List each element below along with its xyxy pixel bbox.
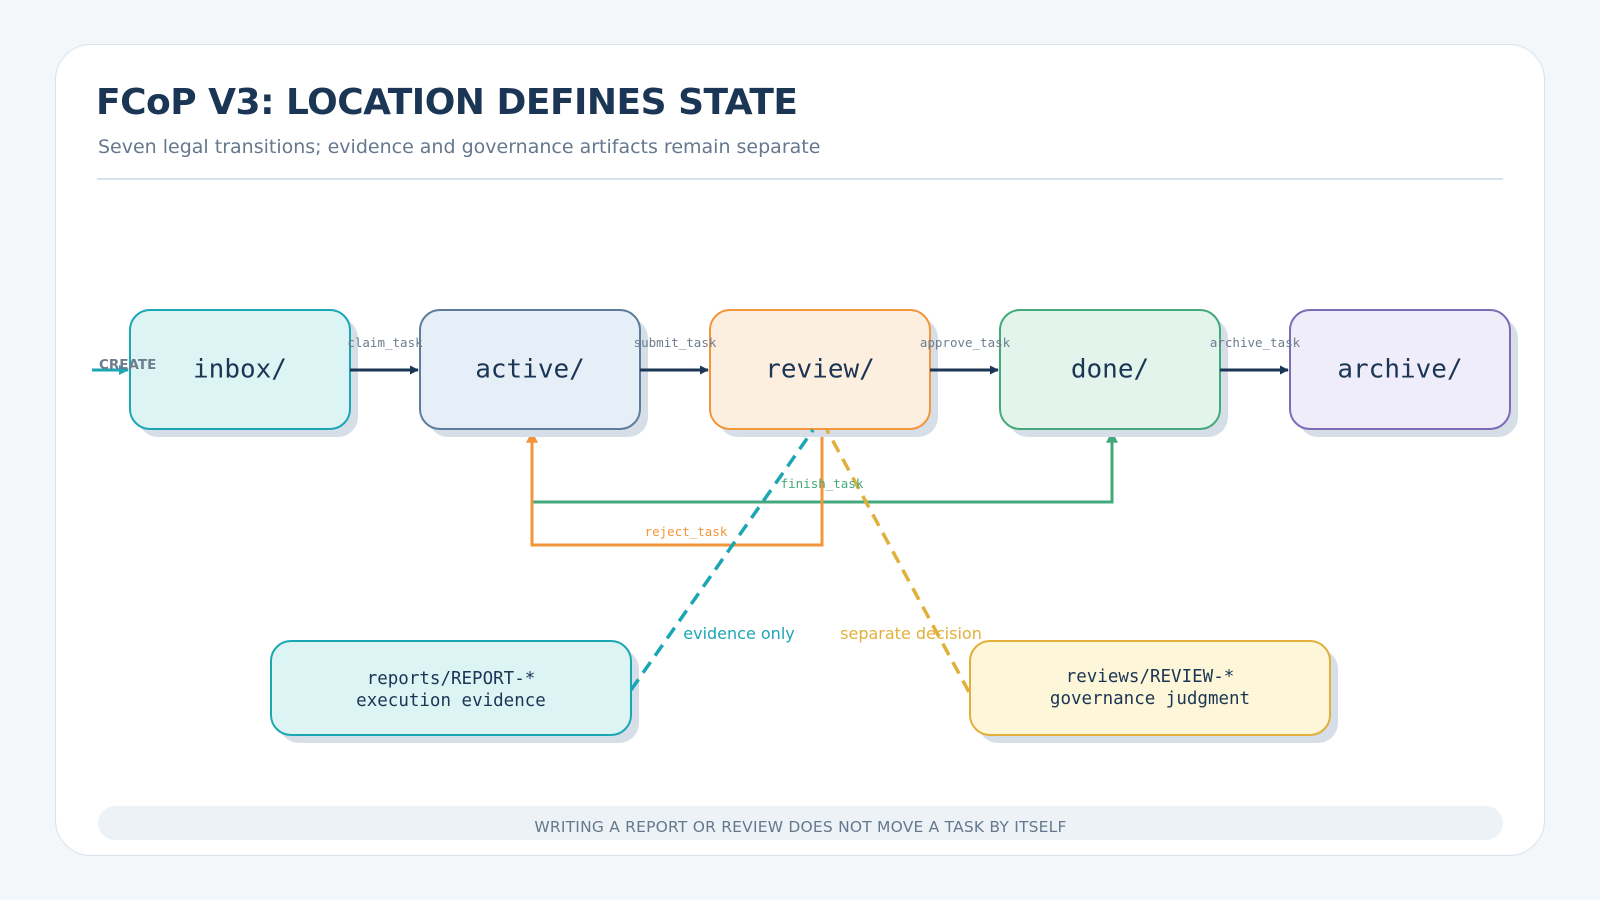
state-review-label: review/ — [765, 355, 875, 385]
state-diagram: inbox/ active/ review/ done/ archive/ CR… — [92, 309, 1518, 743]
state-active: active/ — [419, 309, 648, 437]
artifact-reports: reports/REPORT-* execution evidence — [270, 640, 639, 743]
state-inbox: inbox/ — [129, 309, 358, 437]
state-done-label: done/ — [1071, 355, 1149, 385]
separate-decision-label: separate decision — [840, 624, 982, 643]
state-done: done/ — [999, 309, 1228, 437]
artifact-reports-desc: execution evidence — [356, 691, 546, 711]
decision-link — [825, 429, 971, 693]
reject-task-label: reject_task — [645, 524, 728, 539]
state-archive-label: archive/ — [1337, 355, 1462, 385]
state-active-label: active/ — [475, 355, 585, 385]
finish-task-label: finish_task — [781, 476, 864, 491]
claim-task-label: claim_task — [347, 335, 423, 350]
footer-note: WRITING A REPORT OR REVIEW DOES NOT MOVE… — [534, 818, 1067, 836]
state-review: review/ — [709, 309, 938, 437]
approve-task-label: approve_task — [920, 335, 1011, 350]
evidence-only-label: evidence only — [683, 624, 794, 643]
artifact-reviews-desc: governance judgment — [1050, 689, 1250, 709]
create-label: CREATE — [99, 357, 156, 373]
evidence-link — [629, 428, 815, 692]
artifact-reports-path: reports/REPORT-* — [367, 669, 536, 689]
artifact-reviews: reviews/REVIEW-* governance judgment — [969, 640, 1338, 743]
archive-task-label: archive_task — [1210, 335, 1301, 350]
state-archive: archive/ — [1289, 309, 1518, 437]
submit-task-label: submit_task — [634, 335, 717, 350]
artifact-reviews-path: reviews/REVIEW-* — [1066, 667, 1235, 687]
state-inbox-label: inbox/ — [193, 355, 287, 385]
